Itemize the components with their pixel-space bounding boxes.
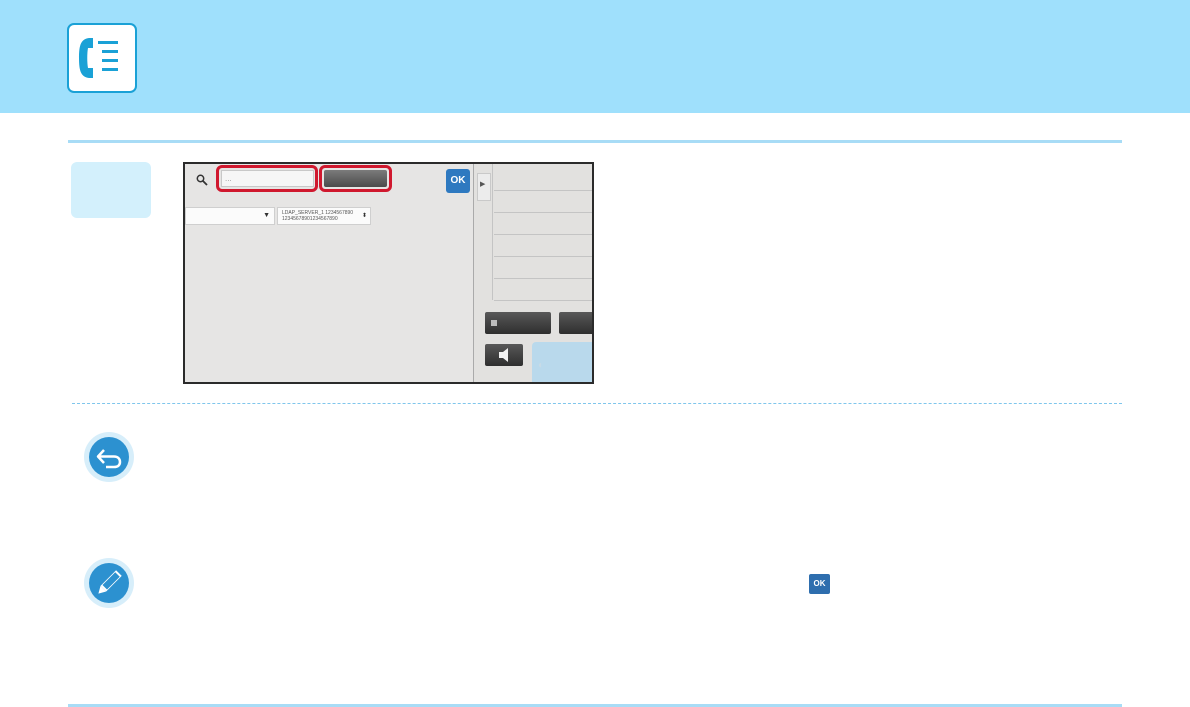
ok-button[interactable]: OK: [446, 169, 470, 193]
panel-slot-line: [494, 256, 592, 257]
fax-address-book-icon: [67, 23, 137, 93]
document-icon: [491, 320, 497, 326]
chevron-down-icon: ▼: [263, 212, 270, 219]
panel-action-button-2[interactable]: [559, 312, 592, 334]
header-band: [0, 0, 1190, 113]
panel-slot-line: [494, 300, 592, 301]
panel-slot-line: [494, 190, 592, 191]
section-divider: [72, 403, 1122, 404]
panel-slot-line: [494, 234, 592, 235]
inline-ok-key-icon: OK: [809, 574, 830, 594]
play-arrow-icon: ▶: [480, 181, 486, 188]
updown-arrow-icon: ⬍: [361, 213, 367, 219]
search-target-select[interactable]: ▼: [185, 207, 275, 225]
step-number-box: [71, 162, 151, 218]
start-icon: ◐: [538, 360, 545, 371]
keyword-input-highlight: [216, 165, 318, 192]
ldap-server-select[interactable]: LDAP_SERVER_1 1234567890 123456789012345…: [277, 207, 371, 225]
panel-slot-line: [494, 212, 592, 213]
search-button-highlight: [319, 165, 392, 192]
panel-action-button[interactable]: [485, 312, 551, 334]
panel-divider: [492, 164, 493, 300]
search-icon: [196, 173, 208, 191]
speaker-button[interactable]: [485, 344, 523, 366]
return-icon: [84, 432, 134, 482]
expand-panel-button[interactable]: ▶: [477, 173, 491, 201]
start-button[interactable]: ◐: [532, 342, 592, 382]
top-rule: [68, 140, 1122, 143]
pencil-icon: [84, 558, 134, 608]
speaker-icon: [499, 348, 508, 362]
right-action-panel: ▶ ◐: [473, 164, 592, 382]
ldap-server-name: LDAP_SERVER_1 1234567890 123456789012345…: [282, 210, 354, 222]
touch-panel-screen: ... OK ▼ LDAP_SERVER_1 1234567890 123456…: [183, 162, 594, 384]
panel-slot-line: [494, 278, 592, 279]
